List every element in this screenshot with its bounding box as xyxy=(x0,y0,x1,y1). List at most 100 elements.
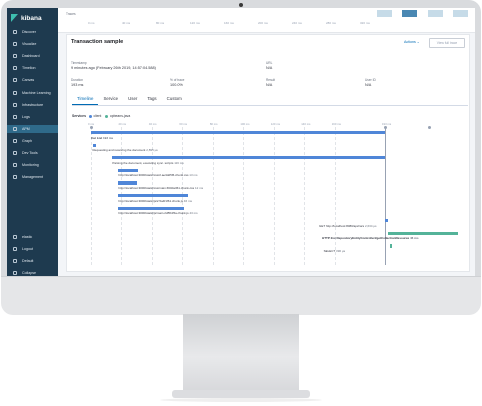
kibana-logo[interactable]: kibana xyxy=(11,13,42,23)
sidebar-item-label: Dev Tools xyxy=(22,151,38,155)
waterfall-span-bar[interactable] xyxy=(389,244,392,248)
legend-dot xyxy=(105,114,109,118)
span-start-marker[interactable] xyxy=(89,126,93,129)
discover-icon xyxy=(13,30,17,34)
sidebar-item-label: Collapse xyxy=(22,271,36,275)
span-name: http://localhost:3000/static/css/main.66… xyxy=(118,185,195,190)
span-name: Requesting and receiving the document xyxy=(92,148,146,153)
waterfall-span-bar[interactable] xyxy=(112,156,385,160)
waterfall-span-label[interactable]: http://localhost:3000/static/js/main.2df… xyxy=(118,211,197,215)
waterfall-span-label[interactable]: SELECT 396 μs xyxy=(324,249,346,253)
graph-icon xyxy=(13,138,17,143)
waterfall-span-label[interactable]: GET http://localhost:8080/api/cars 2,634… xyxy=(319,224,377,228)
total-duration-marker[interactable] xyxy=(383,126,387,129)
monitor-chin xyxy=(1,276,481,315)
waterfall-span-label[interactable]: Car List 193 ms xyxy=(91,136,113,140)
waterfall-gridline xyxy=(304,127,306,265)
waterfall-span-bar[interactable] xyxy=(118,181,137,185)
span-name: GET http://localhost:8080/api/cars xyxy=(319,223,365,228)
waterfall-gridline xyxy=(334,127,336,265)
distribution-tick-label: 240 ms xyxy=(292,21,302,25)
agent-marker[interactable] xyxy=(427,126,431,129)
sidebar-item-label: Graph xyxy=(22,138,32,143)
distribution-bucket-bar[interactable] xyxy=(377,10,392,17)
sidebar: kibana Discover Visualize Dashboard Timelio… xyxy=(7,8,58,276)
result-value: N/A xyxy=(266,83,273,87)
sidebar-item-elastic[interactable]: elastic xyxy=(7,233,58,241)
tab-service[interactable]: Service xyxy=(98,95,123,105)
waterfall-tick-label: 20 ms xyxy=(118,122,127,126)
sidebar-item-discover[interactable]: Discover xyxy=(7,28,58,36)
sidebar-item-canvas[interactable]: Canvas xyxy=(7,76,58,84)
distribution-tick-label: 160 ms xyxy=(224,21,234,25)
waterfall-gridline xyxy=(212,127,214,265)
sidebar-item-infrastructure[interactable]: Infrastructure xyxy=(7,101,58,109)
url-label: URL xyxy=(266,61,273,65)
waterfall-span-bar[interactable] xyxy=(118,168,139,172)
waterfall-span-label[interactable]: HTTP 2xx RepositoryEntityController#getC… xyxy=(322,236,419,240)
visualize-icon xyxy=(13,42,17,47)
distribution-bucket-bar[interactable] xyxy=(453,10,468,17)
waterfall-tick-label: 120 ms xyxy=(270,122,280,126)
user-id-value: N/A xyxy=(365,83,372,87)
sidebar-item-monitoring[interactable]: Monitoring xyxy=(7,161,58,169)
sidebar-item-dashboard[interactable]: Dashboard xyxy=(7,52,58,60)
distribution-tick-label: 120 ms xyxy=(190,21,200,25)
actions-dropdown[interactable]: Actions ⌄ xyxy=(404,40,420,44)
tab-tags[interactable]: Tags xyxy=(142,95,161,105)
waterfall-span-label[interactable]: Requesting and receiving the document 2,… xyxy=(93,148,158,152)
waterfall-tick-label: 80 ms xyxy=(209,122,218,126)
waterfall-span-bar[interactable] xyxy=(91,131,385,135)
waterfall-span-bar[interactable] xyxy=(388,231,459,235)
sidebar-item-timelion[interactable]: Timelion xyxy=(7,64,58,72)
waterfall-span-bar[interactable] xyxy=(118,206,184,210)
monitor-foot xyxy=(172,390,310,398)
sidebar-item-collapse[interactable]: Collapse xyxy=(7,269,58,276)
infrastructure-icon xyxy=(13,102,17,107)
canvas-icon xyxy=(13,78,17,83)
span-duration: 46 ms xyxy=(410,236,419,241)
distribution-tick-label: 40 ms xyxy=(122,21,131,25)
sidebar-item-graph[interactable]: Graph xyxy=(7,137,58,145)
waterfall-span-bar[interactable] xyxy=(92,143,96,147)
percent-of-trace-value: 100.0% xyxy=(170,83,183,87)
waterfall-span-label[interactable]: http://localhost:3000/static/css/main.66… xyxy=(118,186,203,190)
waterfall-span-label[interactable]: Parsing the document, executing sync. sc… xyxy=(112,161,184,165)
sidebar-item-visualize[interactable]: Visualize xyxy=(7,40,58,48)
span-name: SELECT xyxy=(323,248,336,253)
span-duration: 116 ms xyxy=(174,160,184,165)
waterfall-span-bar[interactable] xyxy=(118,194,189,198)
sidebar-item-dev-tools[interactable]: Dev Tools xyxy=(7,149,58,157)
sidebar-item-management[interactable]: Management xyxy=(7,173,58,181)
duration-label: Duration xyxy=(71,78,84,82)
waterfall-tick-label: 100 ms xyxy=(240,122,250,126)
dashboard-icon xyxy=(13,54,17,59)
legend-dot xyxy=(88,114,92,118)
sidebar-item-label: Discover xyxy=(22,30,36,34)
span-duration: 43 ms xyxy=(189,211,198,216)
legend-label: client xyxy=(93,114,102,118)
tab-user[interactable]: User xyxy=(123,95,142,105)
span-name: http://localhost:3000/static/js/main.2df… xyxy=(118,211,189,216)
distribution-bucket-bar[interactable] xyxy=(428,10,443,17)
tab-custom[interactable]: Custom xyxy=(162,95,187,105)
sidebar-item-logs[interactable]: Logs xyxy=(7,113,58,121)
sidebar-item-label: Infrastructure xyxy=(22,102,44,107)
distribution-tick-label: 80 ms xyxy=(156,21,165,25)
tab-timeline[interactable]: Timeline xyxy=(72,95,99,105)
timestamp-label: Timestamp xyxy=(71,61,87,65)
sidebar-item-apm[interactable]: APM xyxy=(7,124,58,133)
sidebar-item-default[interactable]: Default xyxy=(7,257,58,265)
distribution-tick-label: 280 ms xyxy=(326,21,336,25)
view-full-trace-button[interactable]: View full trace xyxy=(429,38,465,48)
sidebar-item-label: Logs xyxy=(22,114,30,119)
waterfall-span-label[interactable]: http://localhost:3000/static/css/2.ae3dd… xyxy=(118,173,197,177)
sidebar-item-machine-learning[interactable]: Machine Learning xyxy=(7,89,58,97)
waterfall-span-bar[interactable] xyxy=(385,219,389,223)
distribution-bucket-bar[interactable] xyxy=(402,10,417,17)
user-id-label: User ID xyxy=(365,78,376,82)
legend-item: opbeans-java xyxy=(105,114,130,118)
sidebar-item-logout[interactable]: Logout xyxy=(7,245,58,253)
waterfall-span-label[interactable]: http://localhost:3000/static/js/2.5a4f1f… xyxy=(118,199,192,203)
distribution-tick-label: 0 ms xyxy=(88,21,95,25)
